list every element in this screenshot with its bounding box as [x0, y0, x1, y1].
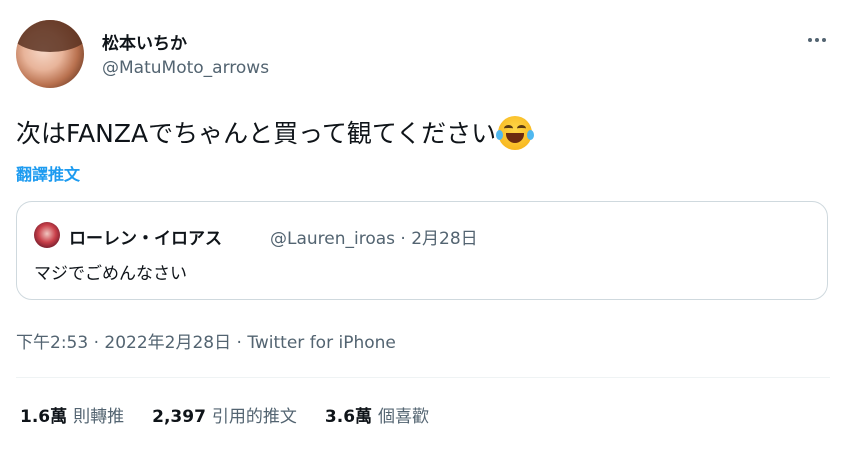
quotes-count: 2,397	[152, 407, 206, 427]
quoted-author-handle-date: @Lauren_iroas · 2月28日	[270, 229, 478, 249]
quoted-tweet-card[interactable]: ローレン・イロアス @Lauren_iroas · 2月28日 マジでごめんなさ…	[16, 201, 828, 300]
tweet-text: 次はFANZAでちゃんと買って観てください	[16, 119, 497, 148]
laughing-emoji-icon	[496, 116, 535, 150]
retweets-count: 1.6萬	[20, 407, 68, 427]
retweets-stat[interactable]: 1.6萬 則轉推	[20, 402, 124, 427]
retweets-label: 則轉推	[73, 407, 125, 427]
tweet-stats: 1.6萬 則轉推 2,397 引用的推文 3.6萬 個喜歡	[20, 402, 429, 427]
tweet-metadata: 下午2:53 · 2022年2月28日 · Twitter for iPhone	[16, 328, 396, 353]
tweet-body: 次はFANZAでちゃんと買って観てください	[16, 114, 535, 150]
quoted-author-name: ローレン・イロアス	[69, 229, 222, 249]
translate-tweet-link[interactable]: 翻譯推文	[16, 161, 80, 185]
avatar-photo	[16, 20, 84, 52]
likes-label: 個喜歡	[378, 407, 430, 427]
quoted-author-avatar	[34, 222, 60, 248]
author-avatar[interactable]	[16, 20, 84, 88]
likes-count: 3.6萬	[324, 407, 373, 427]
quoted-tweet-text: マジでごめんなさい	[34, 264, 187, 284]
quotes-label: 引用的推文	[211, 407, 297, 427]
likes-stat[interactable]: 3.6萬 個喜歡	[325, 402, 429, 427]
more-icon[interactable]	[805, 30, 829, 50]
tweet-timestamp[interactable]: 下午2:53 · 2022年2月28日 ·	[16, 333, 247, 353]
author-handle[interactable]: @MatuMoto_arrows	[102, 58, 269, 78]
tweet-source-link[interactable]: Twitter for iPhone	[247, 333, 396, 353]
divider	[16, 377, 830, 378]
quotes-stat[interactable]: 2,397 引用的推文	[152, 402, 297, 427]
author-display-name[interactable]: 松本いちか	[102, 29, 187, 54]
